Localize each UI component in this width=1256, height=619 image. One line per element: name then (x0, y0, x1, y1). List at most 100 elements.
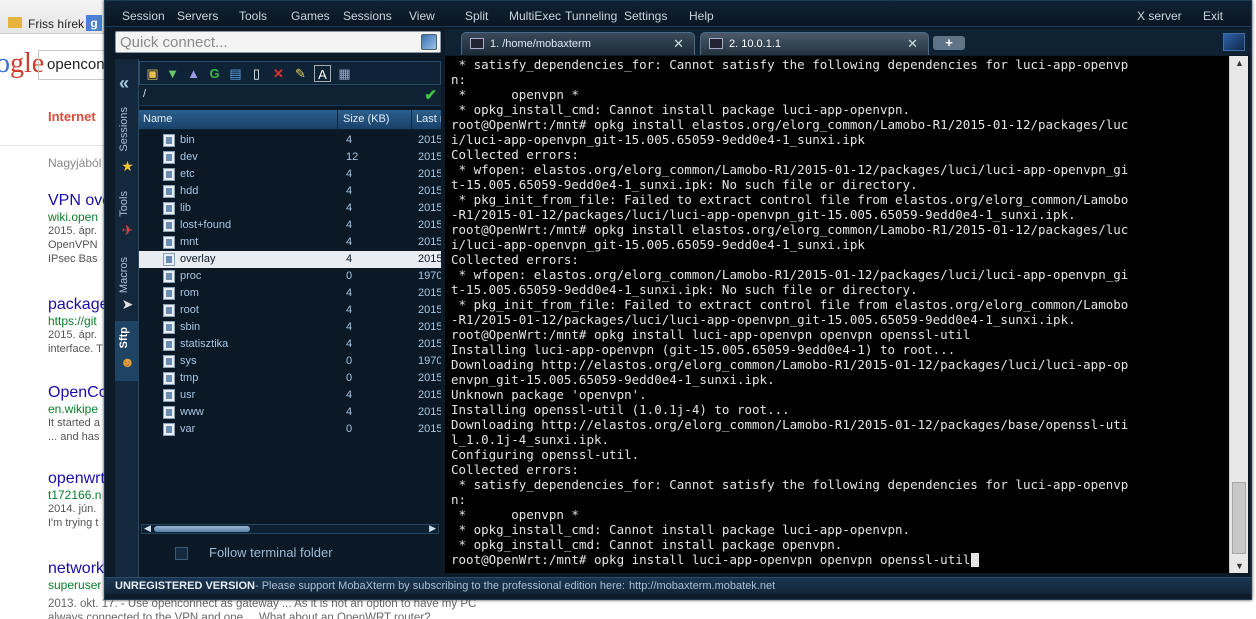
file-row[interactable]: bin 4 2015 (139, 132, 441, 149)
tab-ssh-session[interactable]: 2. 10.0.1.1 ✕ (700, 32, 929, 55)
result-title[interactable]: OpenCo (48, 384, 108, 402)
status-bar: UNREGISTERED VERSION - Please support Mo… (105, 577, 1251, 594)
file-row[interactable]: lib 4 2015 (139, 200, 441, 217)
file-row[interactable]: sys 0 1970 (139, 353, 441, 370)
file-name: proc (180, 270, 202, 282)
terminal-line: Configuring openssl-util. (451, 447, 640, 462)
menu-settings[interactable]: Settings (624, 9, 667, 23)
file-name: hdd (180, 185, 199, 197)
current-path[interactable]: / (143, 88, 146, 100)
menu-servers[interactable]: Servers (177, 9, 218, 23)
search-result[interactable]: OpenCo en.wikipe It started a ... and has (48, 384, 108, 444)
close-tab-icon[interactable]: ✕ (673, 36, 684, 52)
menu-games[interactable]: Games (291, 9, 330, 23)
tab-internet[interactable]: Internet (48, 109, 96, 124)
scrollbar-thumb[interactable] (154, 526, 250, 532)
file-row[interactable]: overlay 4 2015 (139, 251, 441, 268)
menu-session[interactable]: Session (122, 9, 165, 23)
file-row[interactable]: proc 0 1970 (139, 268, 441, 285)
result-title[interactable]: package (48, 296, 108, 314)
file-row[interactable]: root 4 2015 (139, 302, 441, 319)
sidebar-tab-sessions[interactable]: Sessions (115, 99, 139, 167)
menu-multiexec[interactable]: MultiExec (509, 9, 561, 23)
mobaxterm-window: Session Servers Tools Games Sessions View Spli… (104, 0, 1252, 600)
delete-icon[interactable]: ✕ (270, 65, 287, 82)
terminal-line: * opkg_install_cmd: Cannot install packa… (451, 537, 843, 552)
terminal-line: i/luci-app-openvpn_git-15.005.65059-9edd… (451, 132, 865, 147)
terminal-line: root@OpenWrt:/mnt# opkg install elastos.… (451, 222, 1129, 237)
confirm-path-icon[interactable]: ✔ (424, 86, 437, 104)
search-result[interactable]: VPN ove wiki.open 2015. ápr. OpenVPN IPsec B… (48, 192, 108, 266)
download-icon[interactable]: ▼ (164, 65, 181, 82)
file-date: 2015 (418, 304, 441, 316)
bookmark-friss-hirek[interactable]: Friss hírek (28, 17, 84, 31)
column-name[interactable]: Name (143, 113, 172, 125)
search-result[interactable]: package https://git 2015. ápr. interface. T (48, 296, 108, 356)
file-row[interactable]: usr 4 2015 (139, 387, 441, 404)
folder-icon (163, 389, 175, 402)
terminal-line: Installing luci-app-openvpn (git-15.005.… (451, 342, 956, 357)
file-date: 2015 (418, 151, 441, 163)
folder-icon (163, 372, 175, 385)
menu-sessions[interactable]: Sessions (343, 9, 392, 23)
sidebar-tab-macros[interactable]: Macros (115, 249, 139, 301)
menu-x-server[interactable]: X server (1137, 9, 1182, 23)
file-row[interactable]: var 0 2015 (139, 421, 441, 438)
file-date: 1970 (418, 355, 441, 367)
file-row[interactable]: statisztika 4 2015 (139, 336, 441, 353)
menu-tunneling[interactable]: Tunneling (565, 9, 617, 23)
terminal-line: * wfopen: elastos.org/elorg_common/Lamob… (451, 267, 1129, 282)
horizontal-scrollbar[interactable]: ◀ ▶ (141, 523, 439, 534)
menu-split[interactable]: Split (465, 9, 488, 23)
divider (0, 145, 104, 146)
search-result[interactable]: network superuser (48, 560, 108, 592)
terminal[interactable]: * satisfy_dependencies_for: Cannot satis… (445, 56, 1229, 573)
session-manager-icon[interactable] (421, 34, 437, 50)
sidebar-tab-sftp[interactable]: Sftp (115, 321, 139, 381)
scrollbar-thumb[interactable] (1232, 482, 1246, 554)
search-result[interactable]: openwrt t172166.n 2014. jún. I'm trying t (48, 470, 108, 530)
file-row[interactable]: dev 12 2015 (139, 149, 441, 166)
result-url: superuser (48, 578, 102, 592)
file-row[interactable]: sbin 4 2015 (139, 319, 441, 336)
close-tab-icon[interactable]: ✕ (907, 36, 918, 52)
quick-connect[interactable] (115, 31, 441, 53)
text-mode-icon[interactable]: A (314, 65, 331, 82)
terminal-line: Downloading http://elastos.org/elorg_com… (451, 417, 1129, 432)
file-row[interactable]: rom 4 2015 (139, 285, 441, 302)
terminal-line: -R1/2015-01-12/packages/luci/luci-app-op… (451, 207, 1076, 222)
upload-icon[interactable]: ▲ (185, 65, 202, 82)
column-size[interactable]: Size (KB) (343, 113, 389, 125)
collapse-sidebar-icon[interactable]: « (119, 73, 129, 94)
menu-view[interactable]: View (409, 9, 435, 23)
terminal-line: n: (451, 492, 467, 507)
folder-icon (163, 338, 175, 351)
view-mode-icon[interactable]: ▦ (336, 65, 353, 82)
result-title[interactable]: openwrt (48, 470, 108, 488)
file-row[interactable]: hdd 4 2015 (139, 183, 441, 200)
file-row[interactable]: mnt 4 2015 (139, 234, 441, 251)
file-row[interactable]: www 4 2015 (139, 404, 441, 421)
new-file-icon[interactable]: ▯ (248, 65, 265, 82)
tab-local-terminal[interactable]: 1. /home/mobaxterm ✕ (461, 32, 695, 55)
parent-folder-icon[interactable]: ▣ (144, 65, 161, 82)
menu-help[interactable]: Help (689, 9, 714, 23)
terminal-scrollbar[interactable]: ▲ ▼ (1229, 56, 1248, 573)
menu-tools[interactable]: Tools (239, 9, 267, 23)
result-title[interactable]: VPN ove (48, 192, 108, 210)
file-row[interactable]: tmp 0 2015 (139, 370, 441, 387)
new-folder-icon[interactable]: ▤ (227, 65, 244, 82)
result-title[interactable]: network (48, 560, 108, 578)
quick-connect-input[interactable] (120, 33, 410, 51)
refresh-icon[interactable]: G (206, 65, 223, 82)
file-row[interactable]: lost+found 4 2015 (139, 217, 441, 234)
new-tab-button[interactable]: + (933, 36, 965, 50)
website-link[interactable]: http://mobaxterm.mobatek.net (629, 578, 775, 594)
follow-terminal-checkbox[interactable] (175, 547, 188, 560)
path-bar[interactable]: / ✔ (139, 86, 441, 106)
rename-icon[interactable]: ✎ (292, 65, 309, 82)
google-favicon-icon[interactable]: g (86, 15, 102, 31)
file-row[interactable]: etc 4 2015 (139, 166, 441, 183)
column-last-modified[interactable]: Last m (416, 113, 441, 125)
menu-exit[interactable]: Exit (1203, 9, 1223, 23)
